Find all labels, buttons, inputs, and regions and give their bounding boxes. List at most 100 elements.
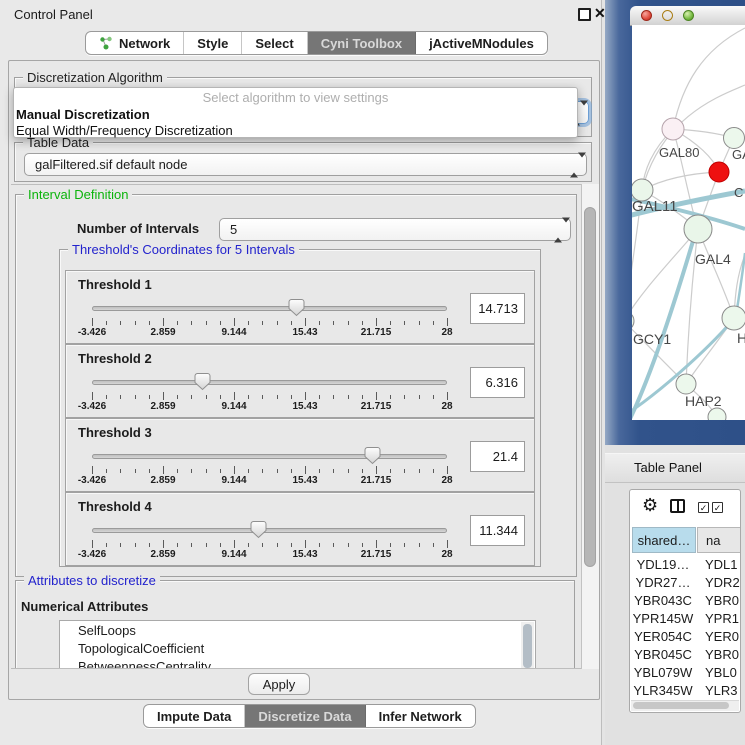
table-row[interactable]: YBR045C YBR0	[630, 645, 740, 663]
threshold-value-field[interactable]: 21.4	[470, 441, 525, 472]
num-intervals-value: 5	[230, 222, 237, 237]
network-canvas[interactable]: GAL80GACGAL11GAL4GCY1HHAP2	[632, 25, 745, 420]
table-row[interactable]: YDR27… YDR2	[630, 574, 740, 592]
checkbox-icon[interactable]: ✓	[698, 502, 709, 513]
tab[interactable]: Network	[86, 32, 184, 54]
cell-name: YLR3	[696, 683, 740, 698]
column-header[interactable]: shared…	[632, 527, 696, 553]
slider-track[interactable]	[92, 454, 447, 459]
table-hscrollbar[interactable]	[631, 700, 739, 711]
slider-thumb-icon[interactable]	[364, 446, 381, 465]
node-red[interactable]	[709, 162, 729, 182]
threshold-value-field[interactable]: 6.316	[470, 367, 525, 398]
table-row[interactable]: YER054C YER0	[630, 628, 740, 646]
threshold-panel: Threshold 3 -3.4262.8599.14415.4321.7152…	[65, 418, 535, 492]
settings-viewport: Interval Definition Number of Intervals …	[11, 184, 587, 669]
scrollbar-thumb[interactable]	[584, 207, 596, 567]
tab[interactable]: Cyni Toolbox	[308, 32, 416, 54]
table-data-select[interactable]: galFiltered.sif default node	[24, 153, 587, 176]
slider-ticks	[92, 540, 447, 549]
network-edge[interactable]	[673, 28, 745, 129]
attribute-item[interactable]: SelfLoops	[60, 621, 535, 639]
node-label: GAL11	[632, 198, 678, 215]
columns-icon[interactable]	[670, 499, 685, 513]
close-traffic-light-icon[interactable]	[641, 10, 652, 21]
node-label: GAL4	[695, 251, 731, 267]
slider-ticks	[92, 466, 447, 475]
threshold-slider[interactable]	[92, 519, 447, 541]
network-window[interactable]: GAL80GACGAL11GAL4GCY1HHAP2	[605, 0, 745, 445]
column-header[interactable]: na	[697, 527, 741, 553]
table-row[interactable]: YBL079W YBL0	[630, 663, 740, 681]
tab[interactable]: Impute Data	[144, 705, 245, 727]
apply-button[interactable]: Apply	[248, 673, 310, 695]
node-h[interactable]	[722, 306, 745, 330]
node-gcy1[interactable]	[632, 311, 634, 331]
slider-thumb-icon[interactable]	[250, 520, 267, 539]
gear-icon[interactable]: ⚙	[642, 495, 658, 516]
attribute-item[interactable]: BetweennessCentrality	[60, 657, 535, 669]
cyni-toolbox-panel: Discretization Algorithm Table Data galF…	[8, 60, 600, 700]
slider-track[interactable]	[92, 380, 447, 385]
node-green-top[interactable]	[724, 128, 745, 149]
window-title: Control Panel	[14, 7, 93, 22]
network-window-titlebar[interactable]	[630, 6, 745, 26]
close-icon[interactable]: ✕	[594, 5, 606, 22]
slider-track[interactable]	[92, 306, 447, 311]
node-hap2[interactable]	[676, 374, 696, 394]
scale-label: -3.426	[78, 327, 106, 338]
network-edge[interactable]	[642, 172, 719, 190]
threshold-label: Threshold 2	[78, 351, 152, 366]
threshold-slider[interactable]	[92, 371, 447, 393]
cell-name: YDL1	[696, 557, 740, 572]
attribute-item[interactable]: TopologicalCoefficient	[60, 639, 535, 657]
dropdown-option[interactable]: Manual Discretization	[14, 107, 577, 123]
table-row[interactable]: YLR345W YLR3	[630, 681, 740, 699]
scale-label: 2.859	[150, 327, 175, 338]
scale-label: 15.43	[292, 549, 317, 560]
table-row[interactable]: YBR043C YBR0	[630, 592, 740, 610]
scrollbar-thumb[interactable]	[633, 702, 729, 709]
node-bottom[interactable]	[708, 408, 726, 420]
attributes-scrollbar[interactable]	[521, 622, 534, 669]
scale-label: 15.43	[292, 475, 317, 486]
tab[interactable]: Select	[242, 32, 307, 54]
minimize-traffic-light-icon[interactable]	[662, 10, 673, 21]
scale-label: 28	[441, 327, 452, 338]
tab[interactable]: Discretize Data	[245, 705, 365, 727]
checkbox-icon[interactable]: ✓	[712, 502, 723, 513]
threshold-value-field[interactable]: 11.344	[470, 515, 525, 546]
cell-name: YER0	[696, 629, 740, 644]
tab[interactable]: Infer Network	[366, 705, 475, 727]
table-row[interactable]: YDL19… YDL1	[630, 556, 740, 574]
node-gal4[interactable]	[684, 215, 712, 243]
slider-thumb-icon[interactable]	[288, 298, 305, 317]
threshold-panel: Threshold 1 -3.4262.8599.14415.4321.7152…	[65, 270, 535, 344]
scale-label: 28	[441, 401, 452, 412]
scale-label: 21.715	[361, 475, 392, 486]
slider-thumb-icon[interactable]	[194, 372, 211, 391]
settings-scrollbar[interactable]	[581, 184, 599, 669]
dropdown-placeholder: Select algorithm to view settings	[14, 88, 577, 107]
tab[interactable]: Style	[184, 32, 242, 54]
numerical-attributes-list[interactable]: SelfLoopsTopologicalCoefficientBetweenne…	[59, 620, 536, 669]
threshold-slider[interactable]	[92, 445, 447, 467]
node-label: HAP2	[685, 393, 722, 409]
threshold-slider[interactable]	[92, 297, 447, 319]
network-edge[interactable]	[632, 229, 698, 321]
zoom-traffic-light-icon[interactable]	[683, 10, 694, 21]
tab[interactable]: jActiveMNodules	[416, 32, 547, 54]
dropdown-option[interactable]: Equal Width/Frequency Discretization	[14, 123, 577, 139]
scrollbar-thumb[interactable]	[523, 624, 532, 668]
num-intervals-select[interactable]: 5	[219, 218, 571, 241]
group-title: Discretization Algorithm	[23, 70, 167, 85]
node-pink[interactable]	[662, 118, 684, 140]
threshold-value-field[interactable]: 14.713	[470, 293, 525, 324]
float-window-icon[interactable]	[578, 8, 591, 21]
group-title: Threshold's Coordinates for 5 Intervals	[68, 242, 299, 257]
numerical-attributes-label: Numerical Attributes	[21, 599, 148, 614]
tab-label: Network	[119, 36, 170, 51]
table-row[interactable]: YPR145W YPR1	[630, 610, 740, 628]
slider-track[interactable]	[92, 528, 447, 533]
tab-label: Select	[255, 36, 293, 51]
